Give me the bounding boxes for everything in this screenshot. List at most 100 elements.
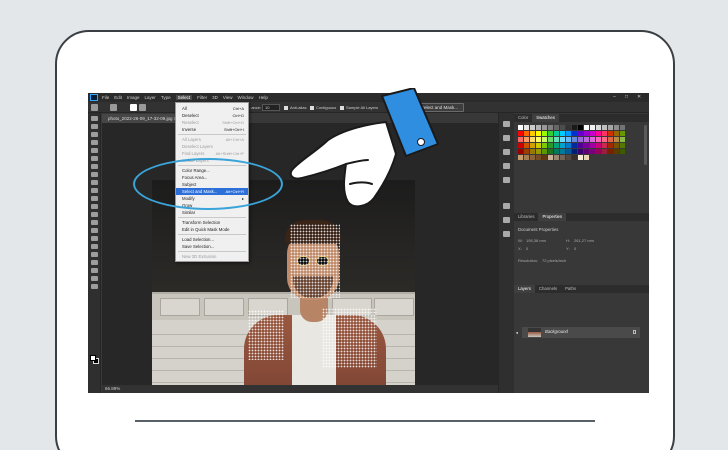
color-swatch[interactable] <box>524 155 529 160</box>
pen-tool-icon[interactable] <box>90 236 98 241</box>
color-swatch[interactable] <box>554 155 559 160</box>
color-swatch[interactable] <box>578 137 583 142</box>
select-menu-item[interactable]: Save Selection... <box>176 243 248 250</box>
color-swatch[interactable] <box>554 125 559 130</box>
color-swatch[interactable] <box>620 125 625 130</box>
color-swatch[interactable] <box>548 125 553 130</box>
clone-stamp-icon[interactable] <box>90 188 98 193</box>
color-swatch[interactable] <box>602 125 607 130</box>
healing-brush-icon[interactable] <box>90 172 98 177</box>
color-swatch[interactable] <box>590 143 595 148</box>
eye-icon[interactable]: ● <box>516 330 518 335</box>
maximize-icon[interactable]: □ <box>625 94 628 100</box>
color-swatch[interactable] <box>530 149 535 154</box>
color-swatch[interactable] <box>554 131 559 136</box>
color-swatch[interactable] <box>584 137 589 142</box>
gradient-tool-icon[interactable] <box>90 212 98 217</box>
close-icon[interactable]: ✕ <box>637 94 641 100</box>
color-swatch[interactable] <box>566 131 571 136</box>
color-swatch[interactable] <box>530 155 535 160</box>
color-swatch[interactable] <box>554 143 559 148</box>
dodge-tool-icon[interactable] <box>90 228 98 233</box>
menu-window[interactable]: Window <box>238 95 254 100</box>
color-swatch[interactable] <box>614 137 619 142</box>
zoom-level[interactable]: 66.89% <box>105 386 120 391</box>
libraries-panel-icon[interactable] <box>503 203 510 209</box>
color-swatch[interactable] <box>542 155 547 160</box>
color-swatch[interactable] <box>536 143 541 148</box>
tab-layers[interactable]: Layers <box>514 285 535 293</box>
tab-properties[interactable]: Properties <box>538 213 567 221</box>
add-selection-icon[interactable] <box>139 104 146 111</box>
color-swatch[interactable] <box>578 149 583 154</box>
color-swatch[interactable] <box>620 149 625 154</box>
menu-layer[interactable]: Layer <box>145 95 156 100</box>
color-swatch[interactable] <box>578 143 583 148</box>
color-swatch[interactable] <box>524 149 529 154</box>
select-menu-item[interactable]: Deselect Ctrl+D <box>176 112 248 119</box>
tab-channels[interactable]: Channels <box>535 285 561 293</box>
color-swatch[interactable] <box>554 149 559 154</box>
color-swatch[interactable] <box>584 125 589 130</box>
history-brush-icon[interactable] <box>90 196 98 201</box>
color-swatch[interactable] <box>560 143 565 148</box>
color-swatch[interactable] <box>578 155 583 160</box>
color-swatch[interactable] <box>608 137 613 142</box>
swatches-scrollbar[interactable] <box>644 125 647 165</box>
color-swatch[interactable] <box>620 137 625 142</box>
color-swatch[interactable] <box>548 155 553 160</box>
color-swatch[interactable] <box>584 143 589 148</box>
color-swatch[interactable] <box>524 137 529 142</box>
color-swatch[interactable] <box>548 149 553 154</box>
menu-filter[interactable]: Filter <box>197 95 207 100</box>
color-swatch[interactable] <box>620 131 625 136</box>
history-panel-icon[interactable] <box>503 121 510 127</box>
color-swatch[interactable] <box>614 131 619 136</box>
marquee-tool-icon[interactable] <box>90 124 98 129</box>
color-swatch[interactable] <box>524 131 529 136</box>
color-swatch[interactable] <box>614 143 619 148</box>
color-swatch[interactable] <box>524 143 529 148</box>
eyedropper-tool-icon[interactable] <box>90 164 98 169</box>
select-menu-item[interactable]: Similar <box>176 209 248 216</box>
color-swatch[interactable] <box>590 137 595 142</box>
color-swatch[interactable] <box>608 131 613 136</box>
color-swatch[interactable] <box>602 137 607 142</box>
color-swatch[interactable] <box>596 125 601 130</box>
width-value[interactable]: 195,38 mm <box>526 238 546 243</box>
color-swatch[interactable] <box>530 125 535 130</box>
color-swatch[interactable] <box>560 131 565 136</box>
foreground-color-swatch[interactable] <box>90 355 96 361</box>
color-swatch[interactable] <box>560 149 565 154</box>
color-swatch[interactable] <box>518 143 523 148</box>
color-swatch[interactable] <box>518 137 523 142</box>
color-swatch[interactable] <box>530 137 535 142</box>
color-swatch[interactable] <box>584 155 589 160</box>
color-swatch[interactable] <box>536 149 541 154</box>
select-menu-item[interactable]: Transform Selection <box>176 219 248 226</box>
crop-tool-icon[interactable] <box>90 148 98 153</box>
color-swatch[interactable] <box>584 131 589 136</box>
shape-tool-icon[interactable] <box>90 260 98 265</box>
tab-libraries[interactable]: Libraries <box>514 213 538 221</box>
blur-tool-icon[interactable] <box>90 220 98 225</box>
character-panel-icon[interactable] <box>503 163 510 169</box>
color-swatch[interactable] <box>560 137 565 142</box>
color-swatch[interactable] <box>542 149 547 154</box>
menu-type[interactable]: Type <box>161 95 171 100</box>
color-swatch[interactable] <box>614 149 619 154</box>
color-swatch[interactable] <box>608 149 613 154</box>
color-swatch[interactable] <box>566 143 571 148</box>
frame-tool-icon[interactable] <box>90 156 98 161</box>
menu-select[interactable]: Select <box>175 95 193 100</box>
color-swatch[interactable] <box>548 137 553 142</box>
color-swatch[interactable] <box>584 149 589 154</box>
color-swatch[interactable] <box>530 143 535 148</box>
color-swatch[interactable] <box>518 131 523 136</box>
new-selection-icon[interactable] <box>130 104 137 111</box>
color-swatch[interactable] <box>602 143 607 148</box>
menu-file[interactable]: File <box>102 95 109 100</box>
color-swatch[interactable] <box>566 137 571 142</box>
y-value[interactable]: 0 <box>574 246 576 251</box>
color-swatch[interactable] <box>596 131 601 136</box>
